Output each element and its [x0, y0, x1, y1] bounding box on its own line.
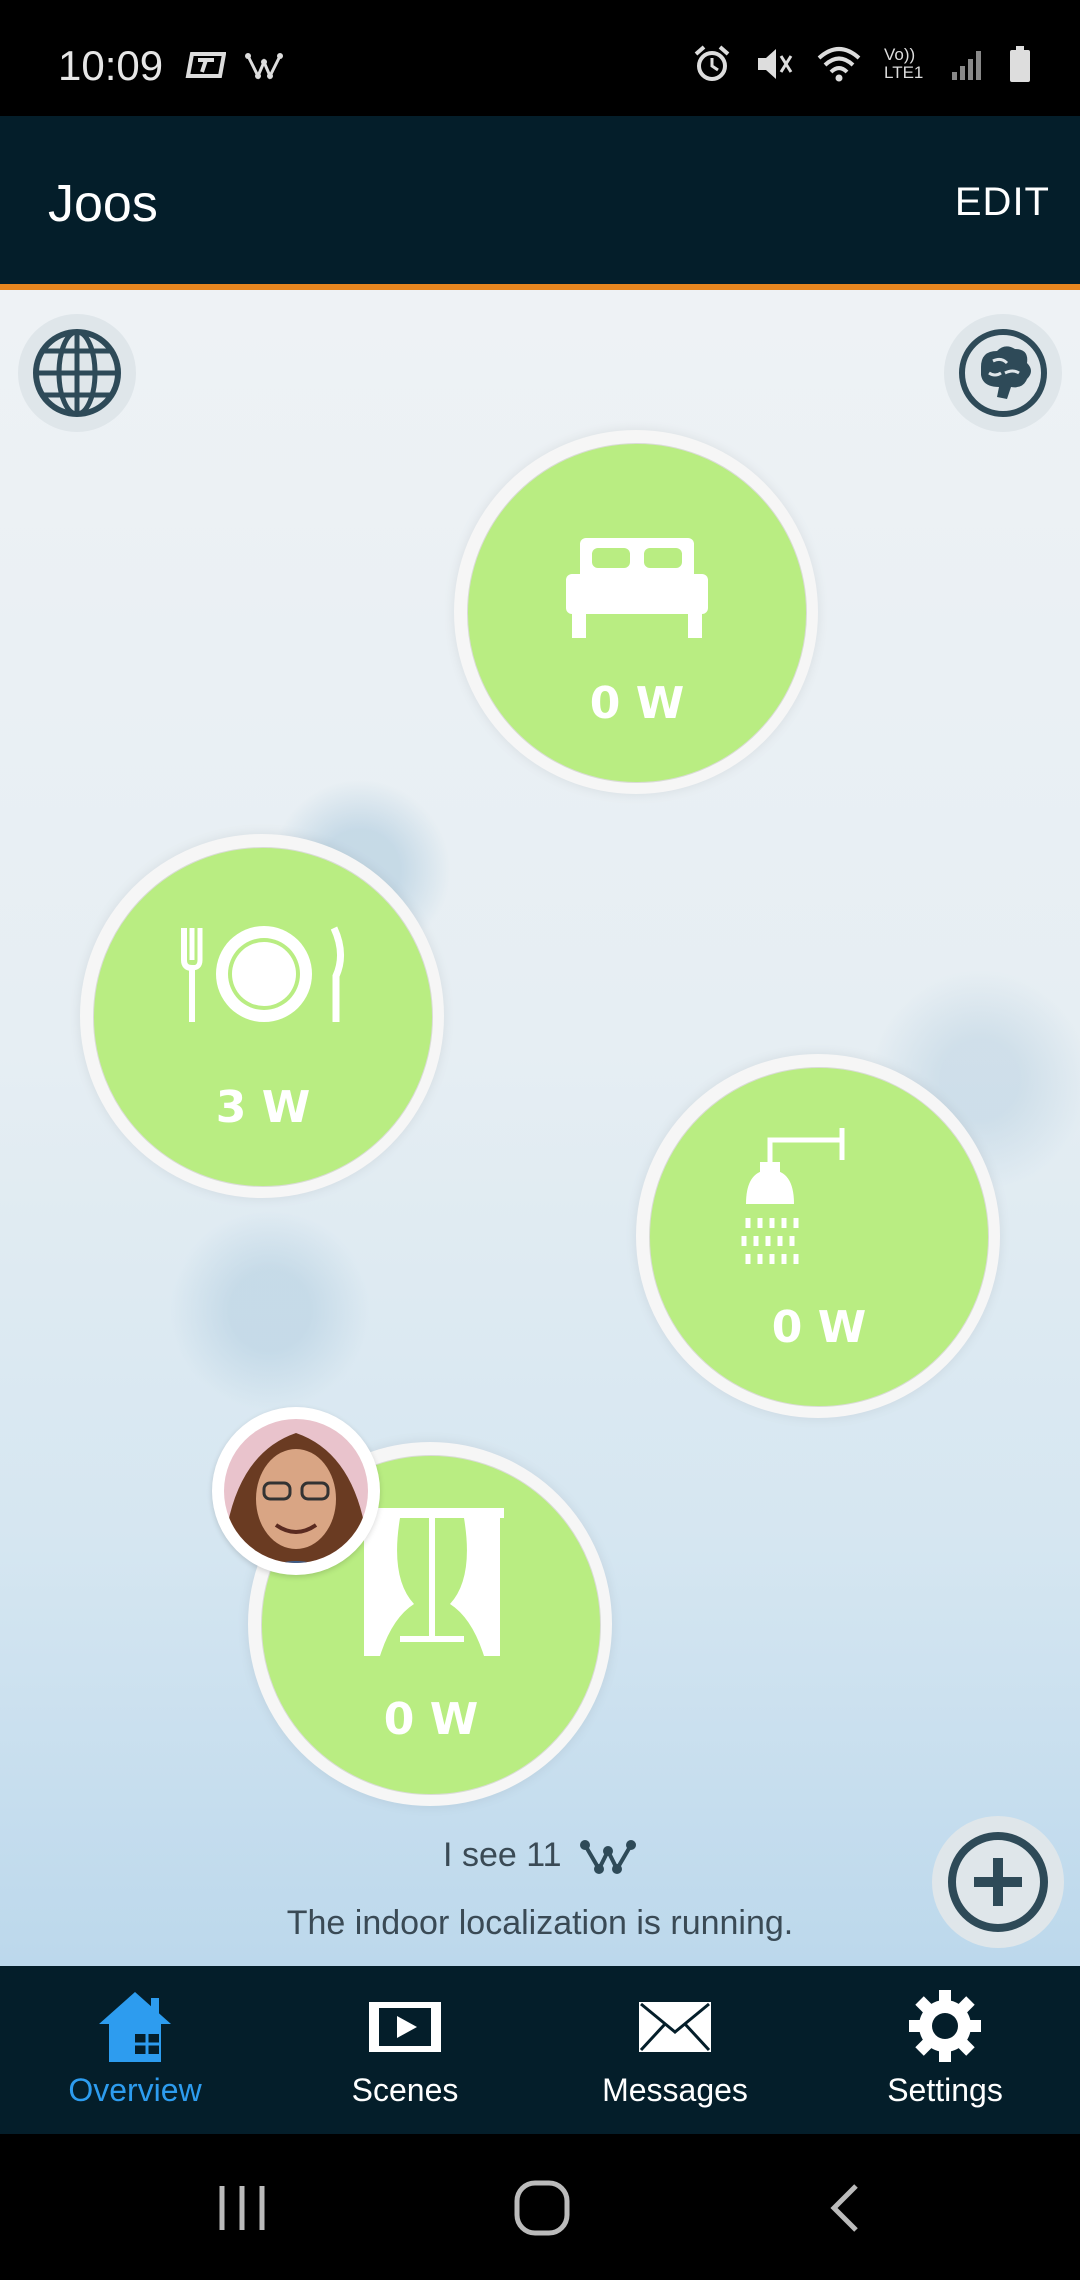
status-time: 10:09: [58, 42, 164, 89]
globe-icon: [33, 329, 121, 417]
envelope-icon: [639, 2002, 711, 2052]
tab-scenes[interactable]: Scenes: [270, 1966, 540, 2134]
room-dining-power: 3 W: [215, 1082, 311, 1133]
localization-count: I see 11: [0, 1836, 1080, 1877]
home-icon: [99, 1992, 171, 2062]
bottom-tab-bar: Overview Scenes Messages Settings: [0, 1966, 1080, 2134]
tab-overview[interactable]: Overview: [0, 1966, 270, 2134]
room-dining-circle: 3 W: [93, 847, 433, 1187]
status-left-icons: [184, 50, 284, 82]
curtain-icon: [360, 1508, 504, 1656]
tab-messages[interactable]: Messages: [540, 1966, 810, 2134]
user-photo: [224, 1419, 368, 1563]
recents-icon[interactable]: [212, 2180, 272, 2236]
tab-settings[interactable]: Settings: [810, 1966, 1080, 2134]
room-bedroom-circle: 0 W: [467, 443, 807, 783]
digitalstrom-icon: [245, 53, 283, 80]
avatar[interactable]: [212, 1407, 380, 1575]
room-bedroom-power: 0 W: [589, 678, 685, 729]
page-title: Joos: [48, 175, 158, 233]
system-nav-bar: [0, 2134, 1080, 2280]
room-bedroom[interactable]: 0 W: [454, 430, 818, 794]
tab-messages-label: Messages: [602, 2072, 748, 2108]
room-living-power: 0 W: [383, 1694, 479, 1745]
bed-icon: [566, 538, 708, 638]
brain-button[interactable]: [944, 314, 1062, 432]
battery-icon: [1010, 46, 1030, 82]
localization-status: The indoor localization is running.: [286, 1904, 794, 1942]
dining-icon: [181, 926, 344, 1022]
localization-count-text: I see 11: [443, 1836, 562, 1874]
digitalstrom-icon: [579, 1840, 636, 1875]
signal-icon: [952, 51, 981, 80]
t-mobile-icon: [185, 52, 226, 78]
room-bathroom-circle: 0 W: [649, 1067, 989, 1407]
scenes-icon: [369, 2002, 441, 2052]
tab-scenes-label: Scenes: [351, 2072, 459, 2108]
status-right-icons: Vo)) LTE1: [692, 44, 1032, 84]
shower-icon: [741, 1128, 845, 1264]
room-overview: 0 W 3 W 0 W 0 W: [0, 290, 1080, 1966]
edit-button[interactable]: EDIT: [955, 180, 1050, 225]
globe-button[interactable]: [18, 314, 136, 432]
gear-icon: [909, 1990, 981, 2062]
room-dining[interactable]: 3 W: [80, 834, 444, 1198]
alarm-icon: [694, 45, 730, 81]
mute-icon: [758, 49, 793, 79]
brain-icon: [959, 329, 1047, 417]
status-bar: 10:09 Vo)) LTE1: [0, 0, 1080, 116]
home-circle-icon[interactable]: [512, 2178, 572, 2238]
wifi-icon: [817, 47, 861, 82]
room-bathroom-power: 0 W: [771, 1302, 867, 1353]
room-bathroom[interactable]: 0 W: [636, 1054, 1000, 1418]
tab-settings-label: Settings: [887, 2072, 1003, 2108]
tab-overview-label: Overview: [68, 2072, 202, 2108]
back-icon[interactable]: [822, 2180, 866, 2236]
app-bar: Joos EDIT: [0, 116, 1080, 284]
volte-indicator: Vo)) LTE1: [884, 45, 924, 82]
